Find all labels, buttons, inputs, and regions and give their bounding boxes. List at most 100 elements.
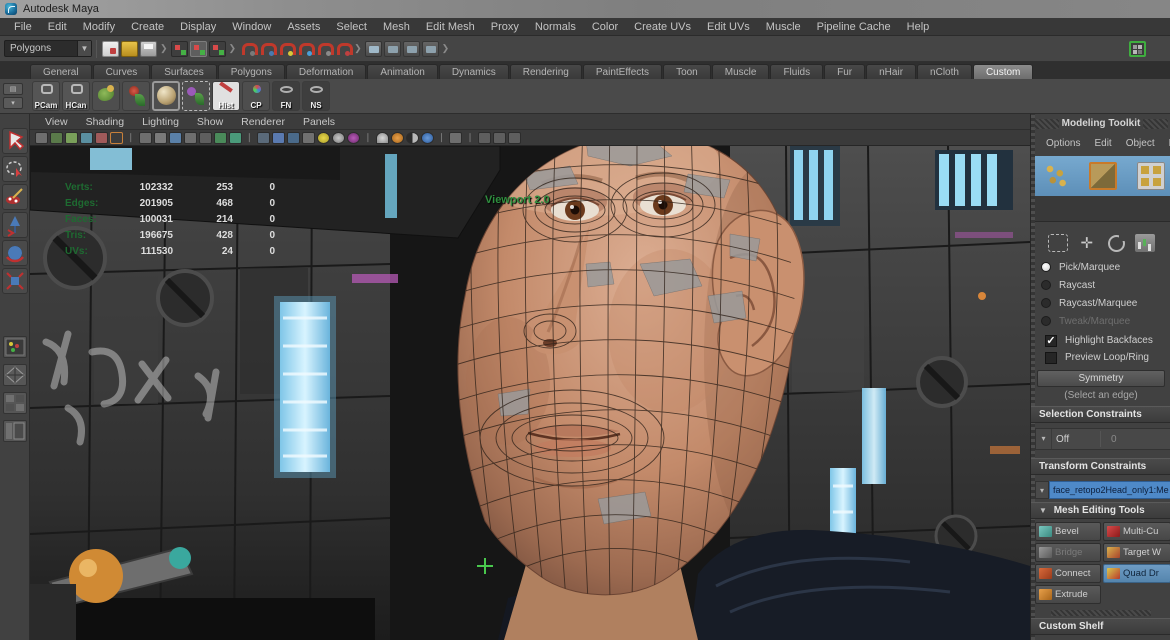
shelf-item-sphere-material[interactable] (152, 81, 180, 111)
multi-cut-button[interactable]: Multi-Cu (1103, 522, 1170, 541)
radio-raycast-marquee[interactable]: Raycast/Marquee (1041, 296, 1137, 310)
selection-constraint-secondary[interactable]: 0 (1101, 434, 1117, 445)
layout-four-pane-button[interactable] (3, 364, 27, 386)
menu-edit-uvs[interactable]: Edit UVs (699, 21, 758, 33)
edge-mode-icon[interactable] (1089, 162, 1117, 190)
menu-window[interactable]: Window (224, 21, 279, 33)
2d-pan-zoom-icon[interactable] (95, 132, 108, 144)
menu-color[interactable]: Color (584, 21, 626, 33)
layout-single-pane-button[interactable] (3, 336, 27, 358)
shelf-item-ns[interactable]: NS (302, 81, 330, 111)
menu-edit[interactable]: Edit (40, 21, 75, 33)
chevron-down-icon[interactable]: ▼ (77, 41, 91, 56)
bevel-button[interactable]: Bevel (1035, 522, 1101, 541)
gray-sphere-icon[interactable] (332, 132, 345, 144)
shelf-tab-animation[interactable]: Animation (367, 64, 437, 79)
shelf-collapse-icon[interactable]: ▾ (3, 97, 23, 109)
tk-menu-edit[interactable]: Edit (1087, 138, 1118, 149)
vp-menu-shading[interactable]: Shading (77, 116, 134, 128)
motion-blur-icon[interactable] (229, 132, 242, 144)
shelf-item-fn[interactable]: FN (272, 81, 300, 111)
menu-muscle[interactable]: Muscle (758, 21, 809, 33)
title-bar[interactable]: Autodesk Maya (0, 0, 1170, 18)
soft-select-icon[interactable] (1135, 234, 1155, 252)
shelf-item-plant-selected[interactable] (182, 81, 210, 111)
render-view-icon[interactable] (365, 41, 382, 57)
dome-light-icon[interactable] (376, 132, 389, 144)
select-tool[interactable] (2, 128, 28, 154)
menu-set-dropdown[interactable]: Polygons ▼ (4, 40, 92, 57)
menu-pipeline-cache[interactable]: Pipeline Cache (809, 21, 899, 33)
grease-pencil-icon[interactable] (110, 132, 123, 144)
shelf-item-cp[interactable]: CP (242, 81, 270, 111)
tk-menu-help[interactable]: Help (1162, 138, 1170, 149)
vp-menu-view[interactable]: View (36, 116, 77, 128)
tk-menu-options[interactable]: Options (1039, 138, 1087, 149)
shelf-tab-polygons[interactable]: Polygons (218, 64, 285, 79)
shelf-tab-muscle[interactable]: Muscle (712, 64, 770, 79)
isolate-select-icon[interactable] (257, 132, 270, 144)
paint-select-tool[interactable] (2, 184, 28, 210)
group-expander-icon[interactable]: ❯ (442, 43, 450, 54)
shelf-tab-toon[interactable]: Toon (663, 64, 711, 79)
extrude-button[interactable]: Extrude (1035, 585, 1101, 604)
shelf-tab-fur[interactable]: Fur (824, 64, 865, 79)
camera-lock-icon[interactable] (35, 132, 48, 144)
exposure-icon[interactable] (302, 132, 315, 144)
section-custom-shelf[interactable]: Custom Shelf (1031, 618, 1170, 635)
shelf-tab-painteffects[interactable]: PaintEffects (583, 64, 662, 79)
menu-select[interactable]: Select (328, 21, 375, 33)
group-expander-icon[interactable]: ❯ (160, 43, 168, 54)
half-sphere-icon[interactable] (406, 132, 419, 144)
snap-view-icon[interactable] (315, 41, 332, 57)
menu-assets[interactable]: Assets (279, 21, 328, 33)
menu-file[interactable]: File (6, 21, 40, 33)
save-scene-icon[interactable] (140, 41, 157, 57)
viewcube-icon[interactable] (478, 132, 491, 144)
camera-attrs-icon[interactable] (50, 132, 63, 144)
xray-joints-icon[interactable] (287, 132, 300, 144)
selection-constraint-value[interactable]: Off (1052, 434, 1100, 445)
snap-surface-icon[interactable] (334, 41, 351, 57)
toolkit-header[interactable]: Modeling Toolkit (1031, 114, 1170, 133)
group-expander-icon[interactable]: ❯ (354, 43, 362, 54)
default-light-icon[interactable] (317, 132, 330, 144)
bridge-button[interactable]: Bridge (1035, 543, 1101, 562)
menu-help[interactable]: Help (899, 21, 938, 33)
plugin-shelf-icon[interactable] (449, 132, 462, 144)
shelf-drag-handle[interactable] (1051, 610, 1151, 616)
ipr-render-icon[interactable] (403, 41, 420, 57)
marquee-select-icon[interactable] (1048, 234, 1068, 252)
connect-button[interactable]: Connect (1035, 564, 1101, 583)
chevron-down-icon[interactable]: ▾ (1035, 481, 1049, 499)
symmetry-button[interactable]: Symmetry (1037, 370, 1165, 387)
snap-point-icon[interactable] (277, 41, 294, 57)
render-settings-icon[interactable] (422, 41, 439, 57)
orange-sphere-icon[interactable] (391, 132, 404, 144)
menu-edit-mesh[interactable]: Edit Mesh (418, 21, 483, 33)
rotate-icon[interactable] (1108, 235, 1125, 252)
shelf-tab-fluids[interactable]: Fluids (770, 64, 823, 79)
shelf-item-flower-tool[interactable] (122, 81, 150, 111)
purple-sphere-icon[interactable] (347, 132, 360, 144)
select-object-icon[interactable] (190, 41, 207, 57)
shelf-tab-custom[interactable]: Custom (973, 64, 1033, 79)
shelf-menu-icon[interactable]: ▤ (3, 83, 23, 95)
shelf-tab-ncloth[interactable]: nCloth (917, 64, 972, 79)
multi-cam-icon[interactable] (493, 132, 506, 144)
wireframe-mode-icon[interactable] (139, 132, 152, 144)
checkbox-preview-loop-ring[interactable]: Preview Loop/Ring (1045, 350, 1149, 365)
new-scene-icon[interactable] (102, 41, 119, 57)
screen-ao-icon[interactable] (214, 132, 227, 144)
image-plane-icon[interactable] (80, 132, 93, 144)
shelf-item-pcam[interactable]: PCam (32, 81, 60, 111)
section-selection-constraints[interactable]: Selection Constraints (1031, 406, 1170, 423)
radio-raycast[interactable]: Raycast (1041, 278, 1095, 292)
viewport-scene[interactable]: Verts: 102332 253 0 Edges: 201905 468 0 … (30, 146, 1030, 640)
shelf-tab-curves[interactable]: Curves (93, 64, 151, 79)
shadows-icon[interactable] (199, 132, 212, 144)
shelf-item-hand-tool[interactable] (92, 81, 120, 111)
rotate-tool[interactable] (2, 240, 28, 266)
stereo-icon[interactable] (508, 132, 521, 144)
layout-split-pane-button[interactable] (3, 392, 27, 414)
